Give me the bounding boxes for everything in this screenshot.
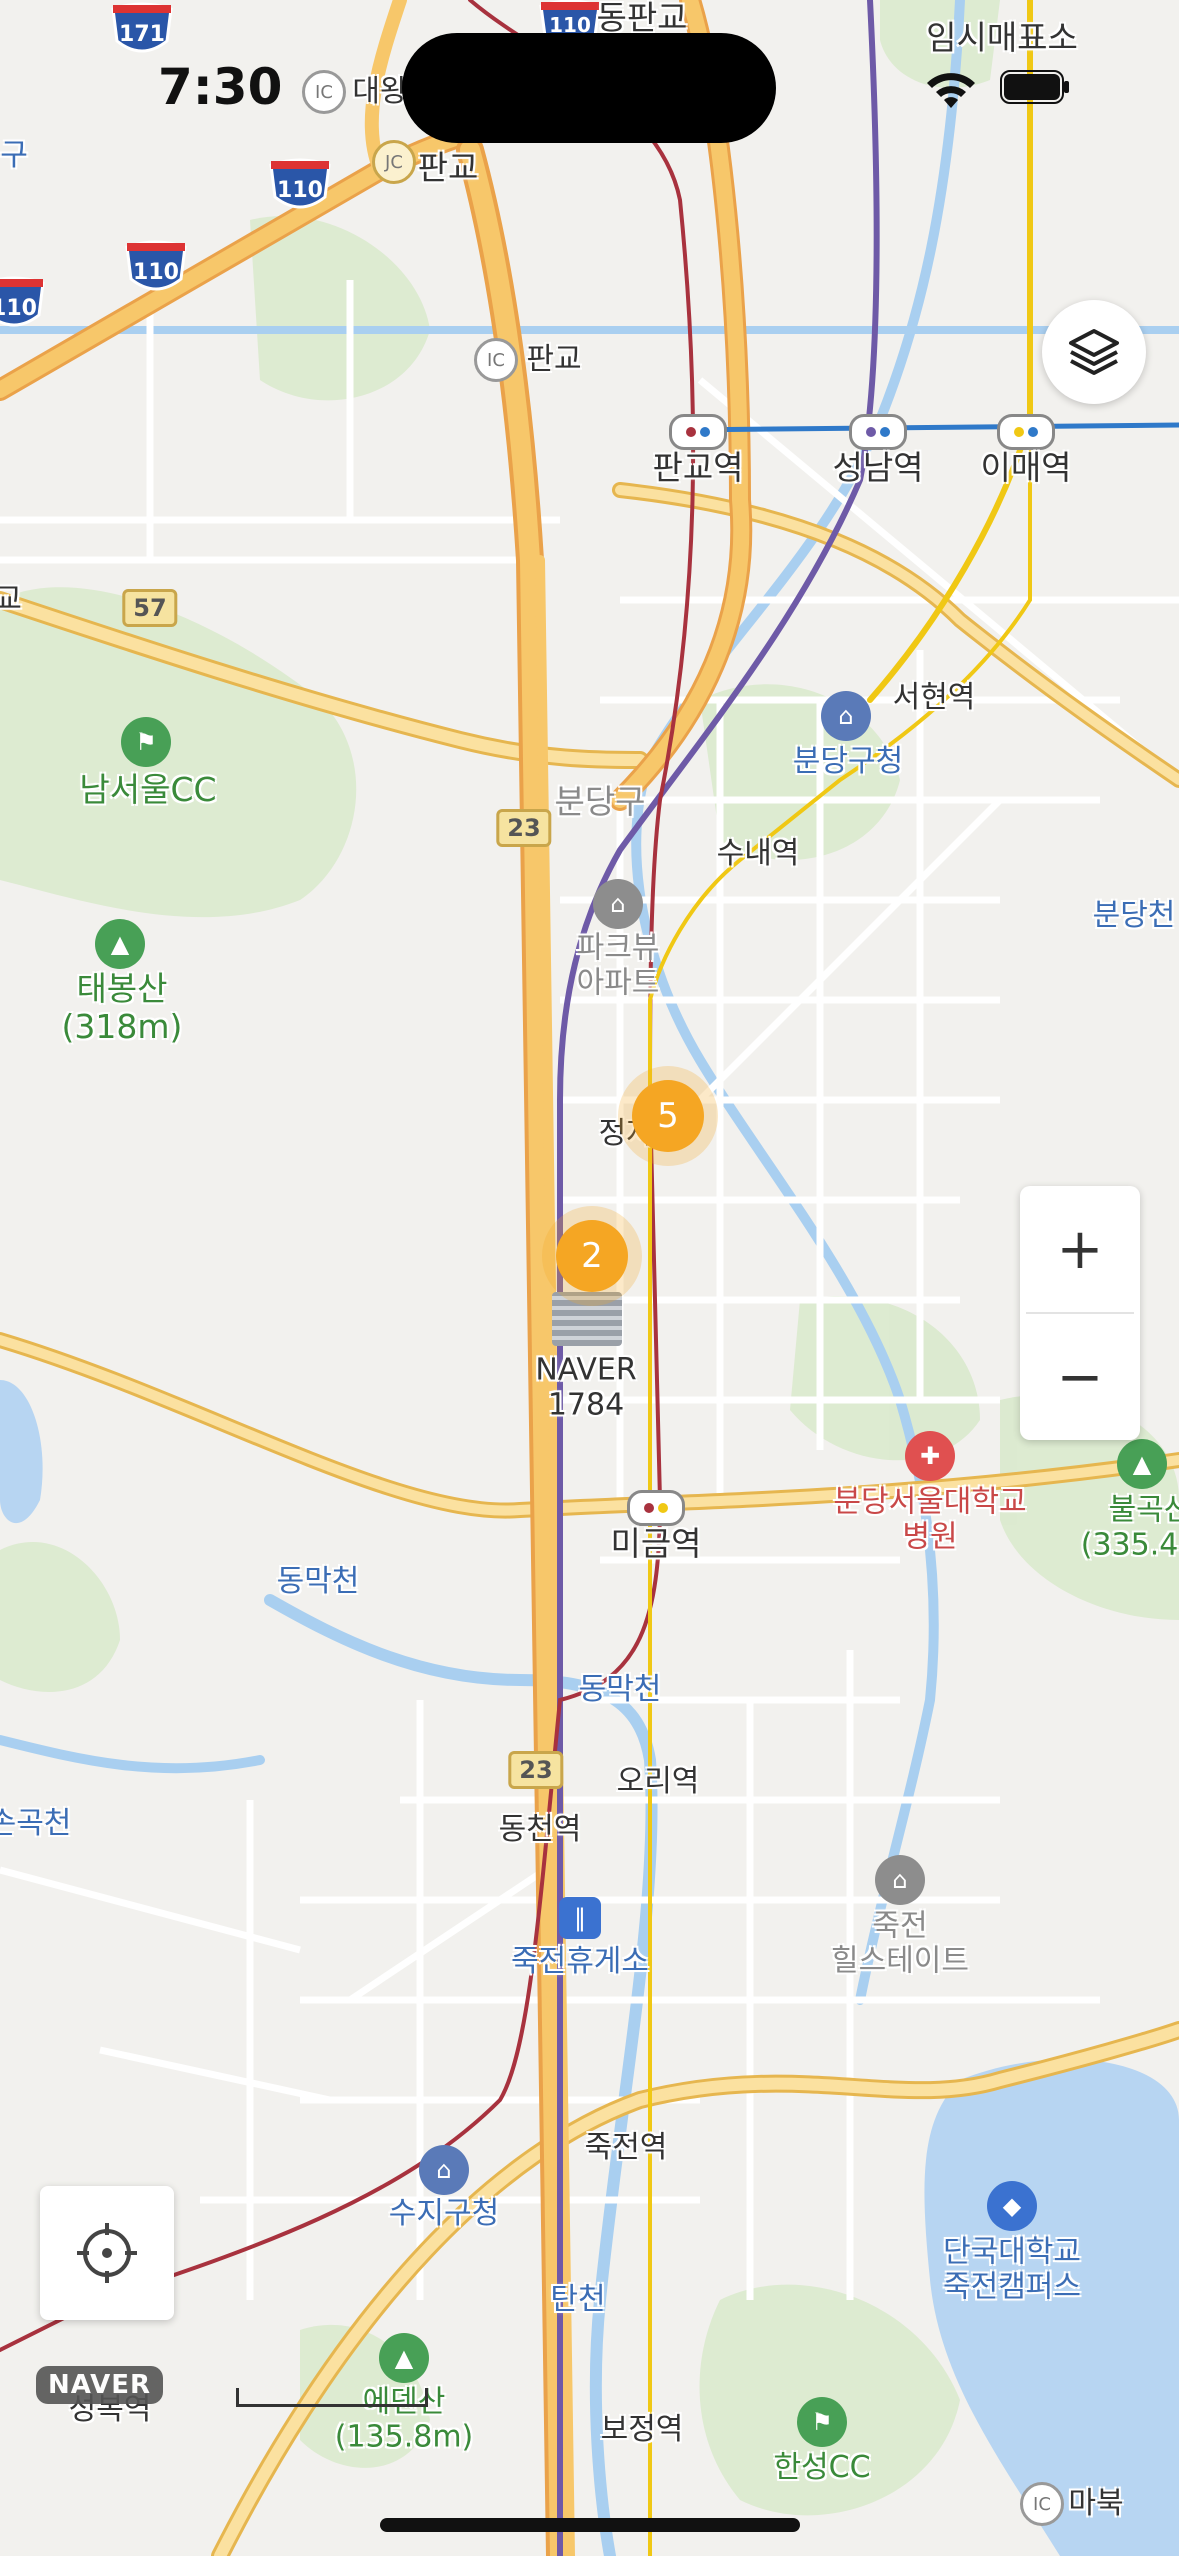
- government-icon[interactable]: ⌂: [419, 2145, 469, 2195]
- ic-marker: IC: [1020, 2482, 1064, 2526]
- cluster-marker[interactable]: 5: [632, 1080, 704, 1152]
- station-marker[interactable]: [669, 414, 727, 450]
- scale-bar: [236, 2388, 428, 2407]
- highway-shield: 110: [267, 155, 333, 221]
- mountain-icon[interactable]: ▲: [1117, 1439, 1167, 1489]
- map-label[interactable]: 불곡산 (335.4m): [1081, 1493, 1179, 1563]
- mountain-icon[interactable]: ▲: [379, 2333, 429, 2383]
- cluster-marker[interactable]: 2: [556, 1220, 628, 1292]
- station-label[interactable]: 서현역: [893, 680, 976, 716]
- university-icon[interactable]: ◆: [987, 2181, 1037, 2231]
- shield-number: 171: [119, 22, 165, 47]
- river-label: 동막천: [276, 1563, 360, 1599]
- zoom-in-button[interactable]: +: [1020, 1186, 1140, 1312]
- station-label[interactable]: 동천역: [499, 1812, 582, 1848]
- map-label[interactable]: 한성CC: [773, 2450, 870, 2486]
- highway-shield: 110: [123, 237, 189, 303]
- map-label[interactable]: 태봉산 (318m): [62, 970, 183, 1046]
- map-label[interactable]: NAVER 1784: [535, 1353, 636, 1423]
- svg-text:110: 110: [277, 178, 323, 203]
- station-label[interactable]: 성남역: [832, 449, 923, 487]
- station-label[interactable]: 보정역: [601, 2412, 684, 2448]
- map-label[interactable]: 분당구청: [793, 744, 903, 780]
- jc-marker: JC: [372, 140, 416, 184]
- highway-shield: 171: [109, 0, 175, 65]
- station-marker[interactable]: [627, 1490, 685, 1526]
- map-label[interactable]: 대왕: [352, 74, 407, 110]
- river-label: 동막천: [578, 1671, 662, 1707]
- mountain-icon[interactable]: ▲: [95, 919, 145, 969]
- restaurant-icon[interactable]: ‖: [559, 1897, 601, 1939]
- map-label[interactable]: 동판교: [596, 0, 687, 37]
- battery-icon: [1000, 70, 1069, 104]
- station-marker[interactable]: [997, 414, 1055, 450]
- map-label[interactable]: 판교: [526, 342, 581, 378]
- map-label: 교: [0, 581, 22, 617]
- dynamic-island: [402, 33, 776, 143]
- route-shield: 23: [496, 809, 552, 847]
- svg-text:110: 110: [133, 260, 179, 285]
- status-time: 7:30: [158, 58, 283, 116]
- map-label[interactable]: 죽전휴게소: [511, 1944, 649, 1980]
- station-label[interactable]: 수내역: [717, 836, 800, 872]
- station-label[interactable]: 이매역: [980, 449, 1071, 487]
- map-label[interactable]: 판교: [418, 149, 479, 187]
- current-location-button[interactable]: [40, 2186, 174, 2320]
- map-label[interactable]: 수지구청: [389, 2196, 499, 2232]
- home-indicator[interactable]: [380, 2518, 800, 2532]
- map-label[interactable]: 죽전 힐스테이트: [831, 1909, 969, 1979]
- map-label: 구: [0, 137, 28, 173]
- route-shield: 23: [508, 1751, 564, 1789]
- naver-logo: NAVER: [36, 2366, 164, 2404]
- river-label: 손곡천: [0, 1805, 72, 1841]
- layers-button[interactable]: [1042, 300, 1146, 404]
- svg-text:110: 110: [0, 296, 37, 321]
- station-marker[interactable]: [849, 414, 907, 450]
- zoom-out-button[interactable]: −: [1020, 1314, 1140, 1440]
- station-label[interactable]: 미금역: [610, 1525, 701, 1563]
- government-icon[interactable]: ⌂: [821, 691, 871, 741]
- map-label[interactable]: 남서울CC: [79, 771, 216, 809]
- river-label: 탄천: [550, 2281, 606, 2317]
- ic-marker: IC: [474, 338, 518, 382]
- district-label: 분당구: [554, 782, 646, 822]
- wifi-icon: [927, 73, 975, 108]
- zoom-control: + −: [1020, 1186, 1140, 1440]
- golf-icon[interactable]: ⚑: [121, 717, 171, 767]
- apartment-icon[interactable]: ⌂: [593, 879, 643, 929]
- layers-icon: [1069, 329, 1119, 375]
- station-label[interactable]: 판교역: [652, 449, 743, 487]
- map-label[interactable]: 마북: [1068, 2486, 1123, 2522]
- route-shield: 57: [122, 589, 178, 627]
- map-label[interactable]: 분당서울대학교 병원: [833, 1485, 1026, 1555]
- hospital-icon[interactable]: ✚: [905, 1431, 955, 1481]
- crosshair-icon: [77, 2223, 137, 2283]
- highway-shield: 110: [0, 273, 47, 339]
- station-label[interactable]: 오리역: [617, 1764, 700, 1800]
- map-label[interactable]: 단국대학교 죽전캠퍼스: [943, 2235, 1081, 2305]
- golf-icon[interactable]: ⚑: [797, 2397, 847, 2447]
- ic-marker: IC: [302, 70, 346, 114]
- apartment-icon[interactable]: ⌂: [875, 1855, 925, 1905]
- station-label[interactable]: 죽전역: [585, 2130, 668, 2166]
- map-label[interactable]: 파크뷰 아파트: [577, 931, 660, 1001]
- river-label: 분당천: [1092, 897, 1176, 933]
- building-icon[interactable]: [552, 1292, 622, 1346]
- map-label[interactable]: 임시매표소: [926, 19, 1078, 57]
